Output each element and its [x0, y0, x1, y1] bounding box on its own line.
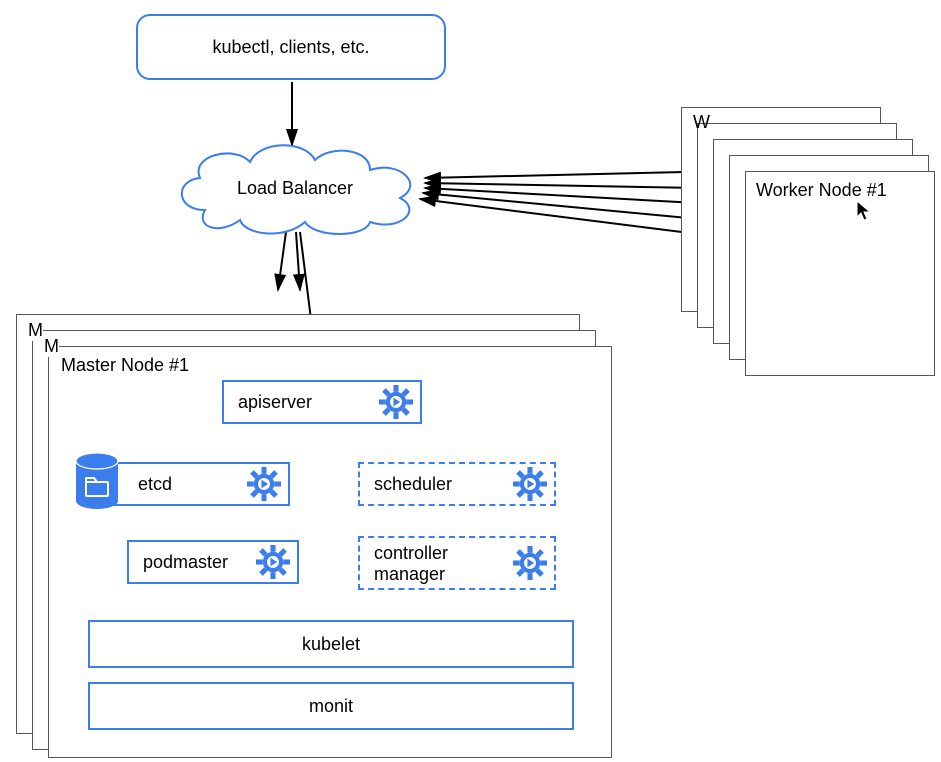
kubelet-box: kubelet	[88, 620, 574, 668]
master-node-title-back-a: M	[28, 320, 43, 341]
clients-box: kubectl, clients, etc.	[136, 14, 446, 80]
arrow-worker-to-lb-2	[425, 183, 700, 188]
controller-manager-box: controller manager	[358, 536, 556, 590]
etcd-box: etcd	[98, 462, 290, 506]
kubelet-label: kubelet	[302, 634, 360, 655]
apiserver-label: apiserver	[238, 392, 312, 413]
load-balancer-label: Load Balancer	[237, 178, 353, 199]
master-node-title: Master Node #1	[61, 355, 189, 376]
database-icon	[74, 452, 120, 510]
controller-manager-label-2: manager	[374, 564, 448, 585]
scheduler-label: scheduler	[374, 474, 452, 495]
monit-box: monit	[88, 682, 574, 730]
scheduler-box: scheduler	[358, 462, 556, 506]
clients-label: kubectl, clients, etc.	[212, 37, 369, 58]
gear-icon	[246, 466, 282, 502]
gear-icon	[255, 544, 291, 580]
worker-node-title-back: W	[693, 112, 710, 133]
etcd-label: etcd	[114, 474, 172, 495]
gear-icon	[512, 545, 548, 581]
apiserver-box: apiserver	[222, 380, 422, 424]
arrow-lb-to-master-2	[296, 232, 300, 290]
gear-icon	[512, 466, 548, 502]
worker-node-title: Worker Node #1	[756, 180, 887, 201]
gear-icon	[378, 384, 414, 420]
arrow-lb-to-master-1	[278, 232, 286, 290]
worker-node-card-1: Worker Node #1	[745, 171, 935, 376]
podmaster-box: podmaster	[127, 540, 299, 584]
arrow-worker-to-lb-1	[425, 172, 685, 178]
load-balancer-cloud: Load Balancer	[165, 140, 425, 236]
arrow-worker-to-lb-3	[425, 188, 715, 204]
controller-manager-label-1: controller	[374, 543, 448, 564]
monit-label: monit	[309, 696, 353, 717]
master-node-title-back-b: M	[44, 336, 59, 357]
podmaster-label: podmaster	[143, 552, 228, 573]
